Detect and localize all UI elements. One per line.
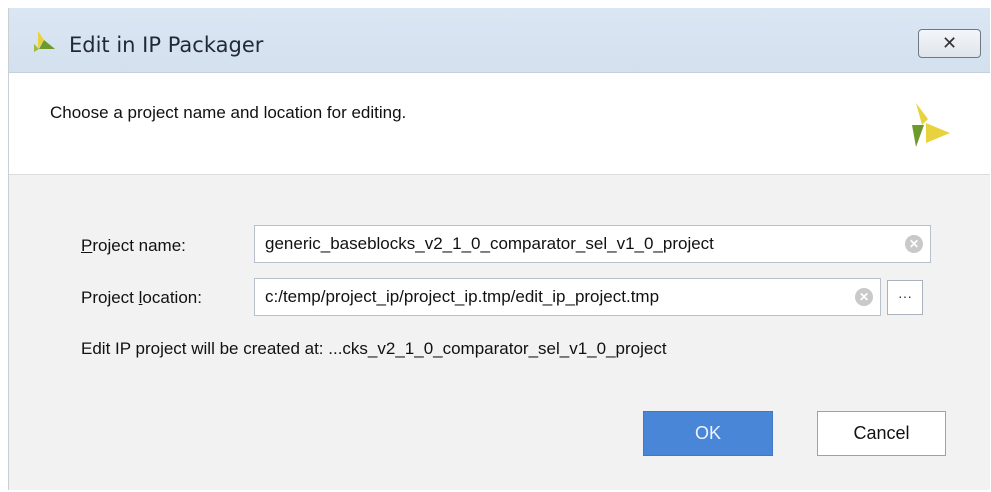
dialog-header: Choose a project name and location for e… [9,73,990,175]
clear-circle-icon[interactable]: ✕ [855,288,873,306]
title-bar[interactable]: Edit in IP Packager ✕ [9,8,990,73]
project-name-input[interactable] [265,226,895,262]
created-at-text: Edit IP project will be created at: ...c… [81,339,667,358]
edit-ip-packager-dialog: Edit in IP Packager ✕ Choose a project n… [8,8,990,490]
ok-button[interactable]: OK [643,411,773,456]
project-name-field[interactable]: ✕ [254,225,931,263]
project-location-field[interactable]: ✕ [254,278,881,316]
dialog-body: Project name: ✕ Project location: ✕ ··· … [9,175,990,490]
project-location-label: Project location: [81,288,202,307]
clear-circle-icon[interactable]: ✕ [905,235,923,253]
close-button[interactable]: ✕ [918,29,981,58]
project-name-label: Project name: [81,236,186,255]
browse-location-button[interactable]: ··· [887,280,923,315]
xilinx-logo-icon [912,103,950,147]
window-title: Edit in IP Packager [69,33,264,57]
project-location-input[interactable] [265,279,850,315]
cancel-button[interactable]: Cancel [817,411,946,456]
close-icon: ✕ [941,33,958,53]
xilinx-logo-icon [34,31,55,52]
header-instruction: Choose a project name and location for e… [50,103,407,122]
